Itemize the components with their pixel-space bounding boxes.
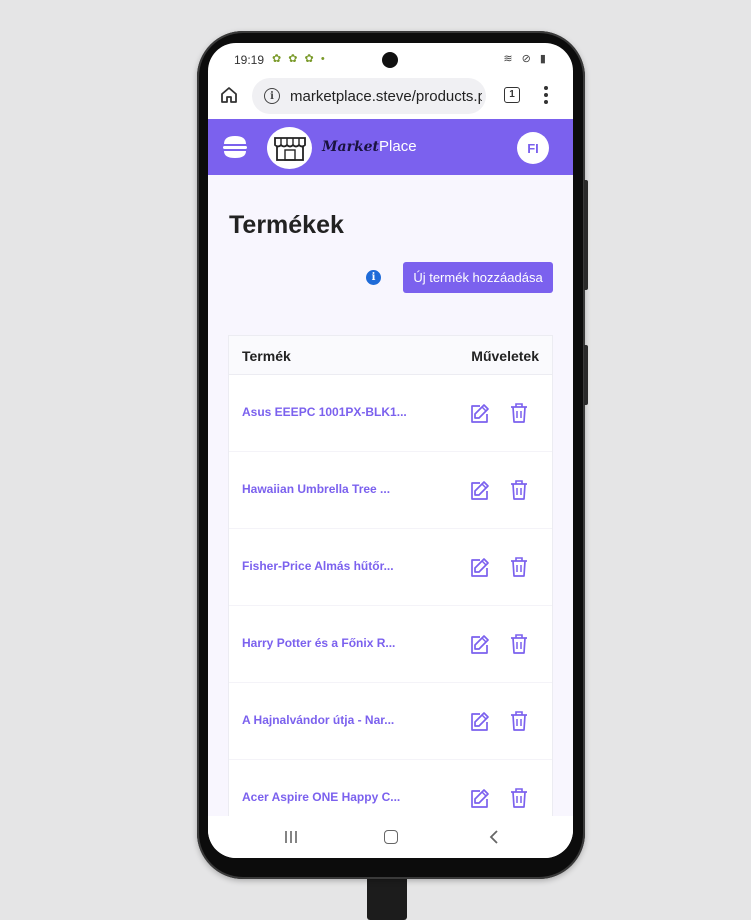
table-row: Fisher-Price Almás hűtőr...	[229, 529, 552, 606]
trash-icon[interactable]	[510, 710, 528, 732]
tabs-icon[interactable]: 1	[504, 87, 520, 103]
column-header-actions: Műveletek	[471, 348, 539, 364]
system-status-icons: ≋ ⊘ ▮	[503, 53, 549, 65]
trash-icon[interactable]	[510, 787, 528, 809]
market-stall-icon	[267, 127, 312, 169]
trash-icon[interactable]	[510, 556, 528, 578]
avatar[interactable]: FI	[517, 132, 549, 164]
status-time: 19:19	[234, 53, 265, 67]
table-header: Termék Műveletek	[229, 336, 552, 375]
table-body: Asus EEEPC 1001PX-BLK1... Hawaiian Umbrel…	[229, 375, 552, 816]
home-icon[interactable]	[219, 85, 239, 105]
add-product-button[interactable]: Új termék hozzáadása	[403, 262, 553, 293]
notification-icons: ✿ ✿ ✿ •	[272, 53, 327, 65]
phone-screen: 19:19 ✿ ✿ ✿ • ≋ ⊘ ▮ i marketplace.steve/…	[208, 43, 573, 858]
table-row: Acer Aspire ONE Happy C...	[229, 760, 552, 816]
products-table: Termék Műveletek Asus EEEPC 1001PX-BLK1.…	[228, 335, 553, 816]
android-nav-bar	[208, 816, 573, 858]
edit-icon[interactable]	[469, 787, 491, 809]
front-camera	[382, 52, 398, 68]
table-row: A Hajnalvándor útja - Nar...	[229, 683, 552, 760]
trash-icon[interactable]	[510, 633, 528, 655]
table-row: Asus EEEPC 1001PX-BLK1...	[229, 375, 552, 452]
app-header: MarketPlace FI	[208, 119, 573, 175]
logo-text-bold: Market	[322, 139, 380, 155]
info-icon[interactable]: i	[264, 88, 280, 104]
product-name-link[interactable]: Fisher-Price Almás hűtőr...	[242, 559, 407, 573]
hamburger-icon[interactable]	[221, 133, 249, 161]
product-name-link[interactable]: Hawaiian Umbrella Tree ...	[242, 482, 407, 496]
column-header-product: Termék	[242, 348, 291, 364]
more-vertical-icon[interactable]	[544, 86, 548, 107]
product-name-link[interactable]: Asus EEEPC 1001PX-BLK1...	[242, 405, 407, 419]
edit-icon[interactable]	[469, 402, 491, 424]
main-content: Termékek i Új termék hozzáadása Termék M…	[208, 175, 573, 816]
table-row: Harry Potter és a Főnix R...	[229, 606, 552, 683]
product-name-link[interactable]: Acer Aspire ONE Happy C...	[242, 790, 407, 804]
logo-text-regular: Place	[379, 138, 417, 155]
volume-button	[584, 180, 588, 290]
edit-icon[interactable]	[469, 633, 491, 655]
nav-home-icon[interactable]	[384, 830, 398, 844]
product-name-link[interactable]: A Hajnalvándor útja - Nar...	[242, 713, 407, 727]
logo-text[interactable]: MarketPlace	[322, 138, 417, 155]
power-button	[584, 345, 588, 405]
status-bar: 19:19 ✿ ✿ ✿ • ≋ ⊘ ▮	[208, 43, 573, 75]
edit-icon[interactable]	[469, 556, 491, 578]
table-row: Hawaiian Umbrella Tree ...	[229, 452, 552, 529]
trash-icon[interactable]	[510, 402, 528, 424]
page-title: Termékek	[229, 211, 344, 239]
trash-icon[interactable]	[510, 479, 528, 501]
edit-icon[interactable]	[469, 710, 491, 732]
edit-icon[interactable]	[469, 479, 491, 501]
back-icon[interactable]	[488, 829, 500, 845]
browser-toolbar: i marketplace.steve/products.p 1	[208, 75, 573, 119]
product-name-link[interactable]: Harry Potter és a Főnix R...	[242, 636, 407, 650]
recent-apps-icon[interactable]	[283, 830, 299, 844]
url-text[interactable]: marketplace.steve/products.p	[290, 88, 482, 105]
info-circle-icon[interactable]: i	[366, 270, 381, 285]
address-bar[interactable]: i marketplace.steve/products.p	[252, 78, 486, 114]
